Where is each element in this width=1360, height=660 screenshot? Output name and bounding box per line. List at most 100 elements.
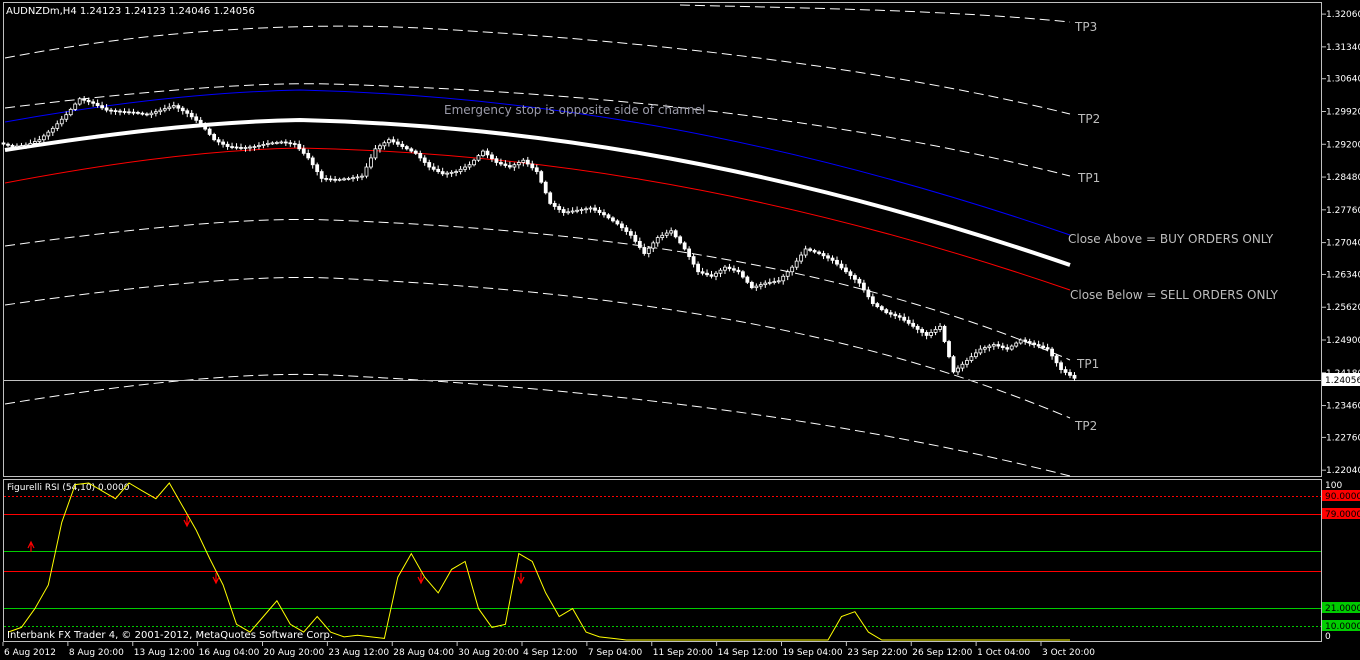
candle-body — [982, 347, 987, 350]
candle-body — [189, 112, 194, 118]
candle-body — [938, 325, 942, 330]
candle-body — [987, 345, 992, 348]
candle-body — [570, 210, 575, 213]
candle-body — [906, 319, 911, 324]
candle-body — [55, 123, 60, 129]
mt4-chart-window[interactable]: Emergency stop is opposite side of chann… — [0, 0, 1360, 660]
candle-body — [911, 322, 916, 327]
candle-body — [234, 146, 239, 149]
candle-body — [292, 143, 297, 145]
candle-body — [212, 134, 217, 141]
price-axis-label: 1.26340 — [1326, 270, 1360, 280]
candle-body — [875, 303, 880, 308]
chart-canvas[interactable]: Emergency stop is opposite side of chann… — [0, 0, 1360, 660]
candle-body — [660, 234, 665, 238]
candle-body — [418, 152, 423, 159]
candle-body — [758, 284, 763, 287]
candle-body — [669, 230, 674, 234]
candle-body — [503, 163, 508, 166]
candle-body — [162, 108, 167, 111]
candle-body — [1045, 347, 1050, 350]
candle-body — [270, 142, 275, 145]
candle-body — [243, 147, 248, 149]
candle-body — [615, 220, 620, 225]
candle-body — [427, 162, 432, 168]
price-axis-label: 1.27760 — [1326, 206, 1360, 216]
candle-body — [328, 178, 333, 181]
price-axis-label: 1.31340 — [1326, 43, 1360, 53]
candle-body — [808, 248, 813, 251]
candle-body — [933, 328, 938, 333]
time-axis-label: 11 Sep 20:00 — [653, 648, 713, 658]
candle-body — [445, 172, 450, 175]
candle-body — [772, 281, 777, 283]
candle-body — [902, 316, 907, 321]
candle-body — [736, 269, 741, 273]
candle-body — [24, 144, 28, 147]
candle-body — [637, 240, 642, 248]
candle-body — [920, 328, 925, 333]
candle-body — [696, 263, 700, 273]
candle-body — [566, 211, 571, 214]
candle-body — [539, 171, 544, 183]
candle-body — [467, 164, 472, 168]
candle-body — [360, 175, 364, 178]
candle-body — [655, 237, 660, 244]
candle-body — [821, 253, 826, 257]
close-below-note: Close Below = SELL ORDERS ONLY — [1070, 288, 1279, 302]
candle-body — [942, 325, 947, 342]
candle-body — [315, 164, 320, 172]
candle-body — [1050, 348, 1054, 357]
candle-body — [602, 212, 606, 216]
candle-body — [382, 142, 387, 147]
candle-body — [593, 207, 597, 211]
candle-body — [924, 332, 929, 336]
candle-body — [481, 150, 485, 157]
candle-body — [265, 142, 270, 145]
candle-body — [866, 289, 871, 298]
candle-body — [171, 105, 176, 108]
candle-body — [279, 141, 284, 144]
candle-body — [817, 251, 821, 254]
candle-body — [82, 98, 87, 101]
candle-body — [794, 260, 799, 268]
candle-body — [422, 157, 427, 163]
candle-body — [619, 223, 624, 229]
channel-line-outer-lower — [4, 373, 1071, 477]
candle-body — [749, 281, 754, 289]
candle-body — [86, 99, 91, 103]
candle-body — [167, 106, 172, 110]
candle-body — [104, 107, 109, 111]
candle-body — [893, 313, 898, 317]
indicator-frame — [3, 479, 1322, 642]
candle-body — [113, 110, 118, 112]
candle-body — [1032, 342, 1037, 345]
candle-body — [516, 162, 521, 166]
candle-body — [409, 148, 414, 152]
candle-body — [740, 271, 745, 278]
candle-body — [507, 165, 512, 168]
time-axis-label: 30 Aug 20:00 — [458, 648, 519, 658]
candle-body — [790, 266, 795, 273]
candle-body — [848, 271, 853, 276]
candle-body — [355, 176, 360, 179]
time-axis-label: 1 Oct 04:00 — [977, 648, 1030, 658]
candle-body — [337, 178, 342, 181]
rsi-level-10-label: 10.0000 — [1325, 622, 1360, 632]
candle-body — [673, 230, 678, 238]
candle-body — [1005, 347, 1010, 350]
candle-body — [283, 141, 288, 144]
candle-body — [897, 315, 902, 318]
candle-body — [73, 103, 78, 110]
candle-body — [288, 142, 293, 145]
candle-body — [853, 275, 857, 280]
candle-body — [1059, 362, 1063, 370]
price-axis-label: 1.22040 — [1326, 466, 1360, 476]
rsi-scale-top: 100 — [1325, 481, 1342, 491]
time-axis-label: 7 Sep 04:00 — [588, 648, 643, 658]
candle-body — [346, 178, 351, 180]
candle-body — [1, 142, 6, 145]
candle-body — [32, 141, 37, 144]
rsi-level-79-label: 79.0000 — [1325, 510, 1360, 520]
candle-body — [624, 227, 629, 232]
